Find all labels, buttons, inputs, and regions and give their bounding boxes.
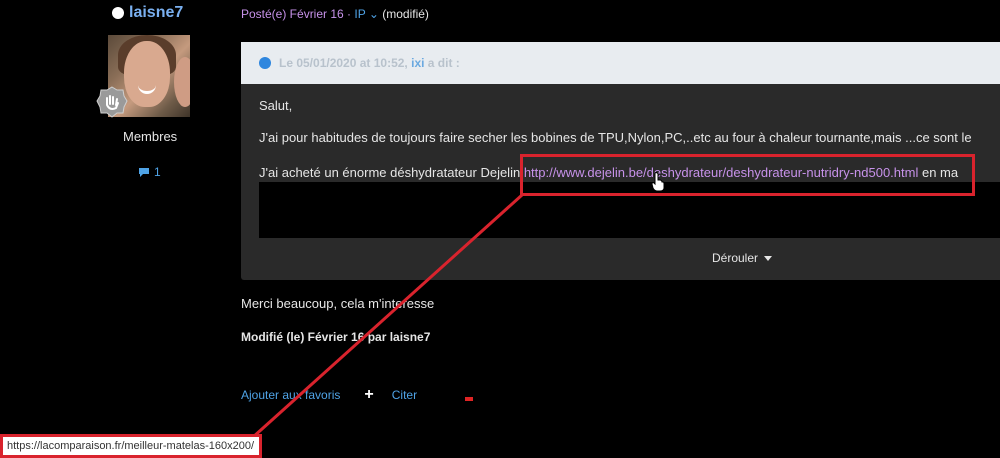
annotation-arrow-line xyxy=(250,193,524,440)
browser-status-bar: https://lacomparaison.fr/meilleur-matela… xyxy=(0,434,262,458)
highlight-box xyxy=(520,154,975,196)
hand-cursor-icon xyxy=(651,172,665,192)
status-url: https://lacomparaison.fr/meilleur-matela… xyxy=(7,440,255,452)
